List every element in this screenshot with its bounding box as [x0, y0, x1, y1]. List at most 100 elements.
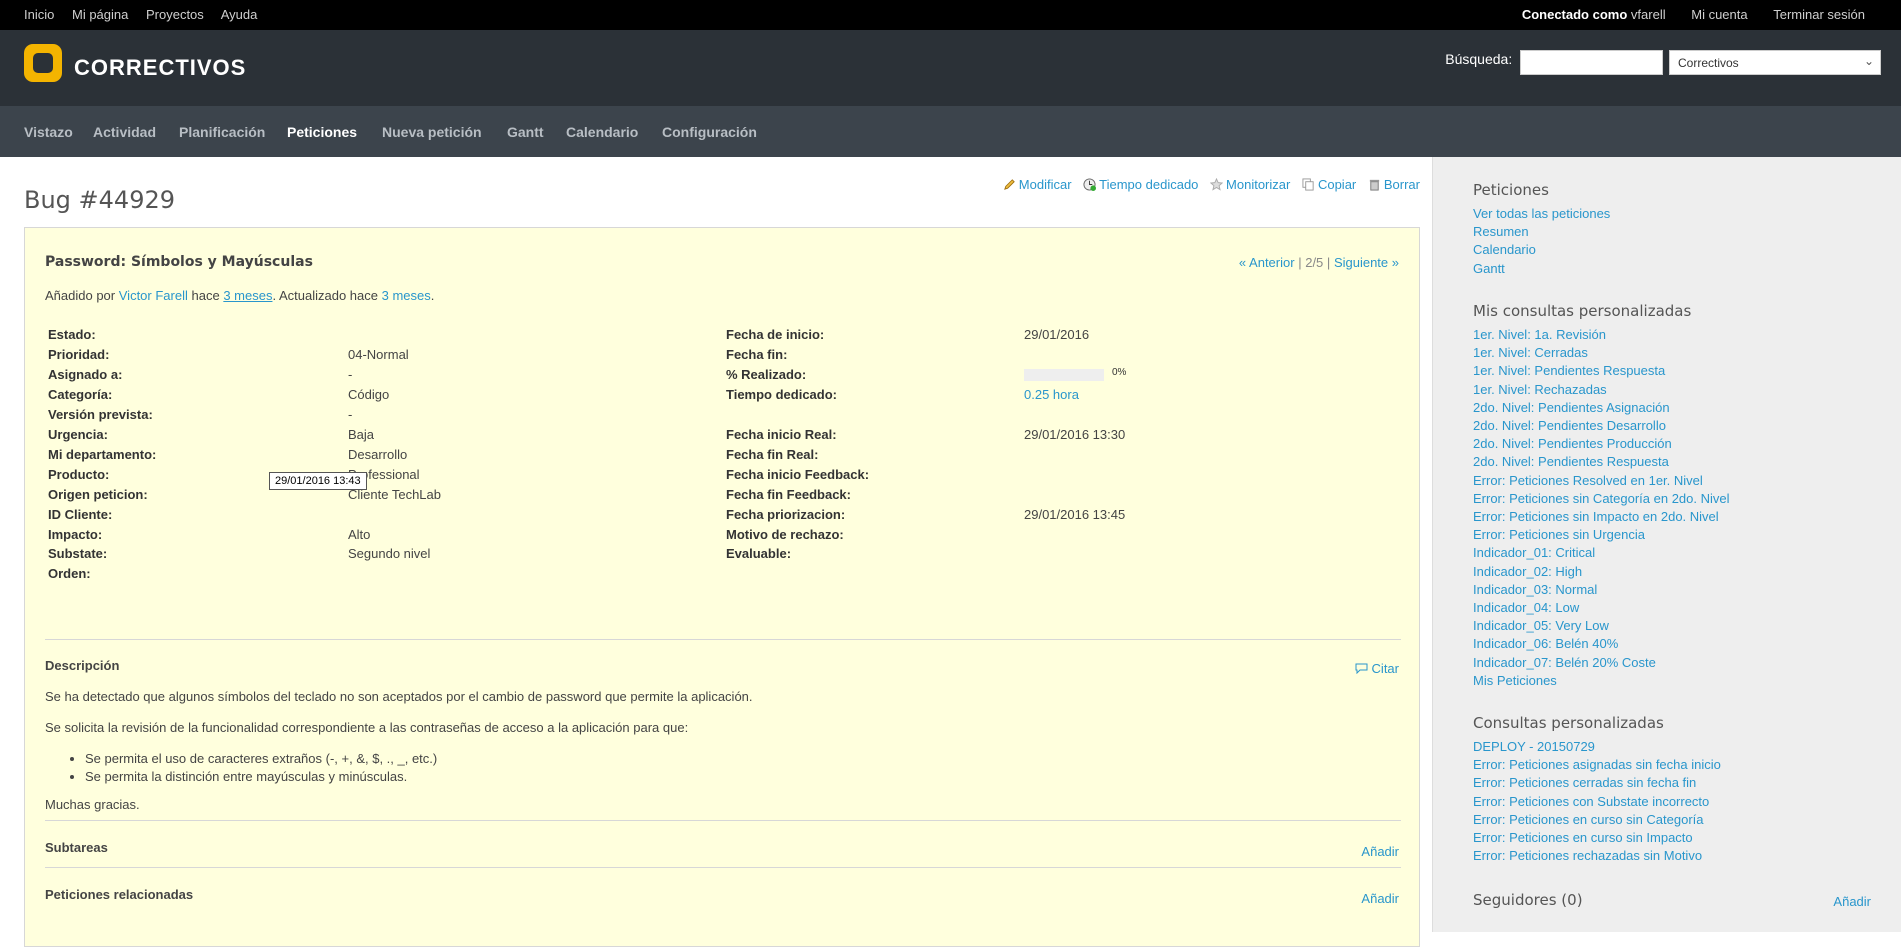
sidebar-my-query-link[interactable]: Error: Peticiones Resolved en 1er. Nivel	[1473, 472, 1730, 490]
add-subtask-link[interactable]: Añadir	[1361, 844, 1399, 859]
attribute-value: Código	[348, 386, 390, 402]
sidebar-query-link[interactable]: Error: Peticiones asignadas sin fecha in…	[1473, 756, 1721, 774]
sidebar-my-query-link[interactable]: Indicador_07: Belén 20% Coste	[1473, 654, 1730, 672]
sidebar-my-query-link[interactable]: Indicador_06: Belén 40%	[1473, 635, 1730, 653]
sidebar-my-query-link[interactable]: Indicador_01: Critical	[1473, 544, 1730, 562]
sidebar-my-query-link[interactable]: Indicador_02: High	[1473, 563, 1730, 581]
prev-issue-link[interactable]: « Anterior	[1239, 255, 1295, 270]
logged-as: Conectado como vfarell	[1521, 7, 1666, 22]
sidebar-my-query-link[interactable]: Indicador_05: Very Low	[1473, 617, 1730, 635]
author-link[interactable]: Victor Farell	[119, 288, 188, 303]
sidebar-my-query-link[interactable]: 2do. Nivel: Pendientes Producción	[1473, 435, 1730, 453]
sidebar-my-query-link[interactable]: Error: Peticiones sin Impacto en 2do. Ni…	[1473, 508, 1730, 526]
sidebar-my-query-link[interactable]: 1er. Nivel: Cerradas	[1473, 344, 1730, 362]
tab-peticiones[interactable]: Peticiones	[287, 124, 357, 140]
sidebar-my-query-link[interactable]: Indicador_03: Normal	[1473, 581, 1730, 599]
copy-button[interactable]: Copiar	[1302, 177, 1356, 192]
tab-gantt[interactable]: Gantt	[507, 124, 544, 140]
trash-icon	[1369, 179, 1380, 191]
sidebar-query-link[interactable]: Error: Peticiones con Substate incorrect…	[1473, 793, 1721, 811]
sidebar-my-query-link[interactable]: 2do. Nivel: Pendientes Desarrollo	[1473, 417, 1730, 435]
attribute-value[interactable]: 0.25 hora	[1024, 387, 1079, 402]
description-title: Descripción	[45, 658, 120, 673]
project-jump-select[interactable]: Correctivos ⌄	[1669, 50, 1881, 75]
sidebar-my-query-link[interactable]: Mis Peticiones	[1473, 672, 1730, 690]
star-icon	[1210, 178, 1224, 191]
quick-search: Búsqueda: Correctivos ⌄	[1445, 50, 1881, 75]
delete-button[interactable]: Borrar	[1368, 177, 1420, 192]
next-issue-link[interactable]: Siguiente »	[1334, 255, 1399, 270]
add-relation-link[interactable]: Añadir	[1361, 891, 1399, 906]
created-ago-link[interactable]: 3 meses	[223, 288, 272, 303]
attribute-label: Orden:	[48, 566, 91, 582]
search-input[interactable]	[1520, 50, 1664, 75]
attribute-value: 29/01/2016	[1024, 327, 1090, 342]
tab-configuracion[interactable]: Configuración	[662, 124, 757, 140]
sidebar-my-query-link[interactable]: Indicador_04: Low	[1473, 599, 1730, 617]
sidebar-issues-links: Ver todas las peticiones Resumen Calendari…	[1473, 205, 1610, 278]
attribute-value: 29/01/2016 13:30	[1024, 426, 1126, 442]
attribute-label: Estado:	[48, 327, 96, 342]
attribute-label: ID Cliente:	[48, 506, 113, 522]
sidebar-my-queries: 1er. Nivel: 1a. Revisión 1er. Nivel: Cerr…	[1473, 326, 1730, 690]
attribute-label: Producto:	[48, 466, 110, 482]
sidebar-my-query-link[interactable]: 1er. Nivel: 1a. Revisión	[1473, 326, 1730, 344]
separator	[45, 820, 1401, 821]
tab-planificacion[interactable]: Planificación	[179, 124, 265, 140]
sidebar-query-link[interactable]: Error: Peticiones en curso sin Impacto	[1473, 829, 1721, 847]
my-account-link[interactable]: Mi cuenta	[1691, 7, 1747, 22]
quote-button[interactable]: Citar	[1355, 661, 1399, 676]
sidebar-issues-link[interactable]: Calendario	[1473, 241, 1610, 259]
edit-button[interactable]: Modificar	[1003, 177, 1072, 192]
attribute-label: Prioridad:	[48, 346, 110, 362]
attribute-value: Segundo nivel	[348, 546, 431, 562]
watch-button[interactable]: Monitorizar	[1210, 177, 1290, 192]
contextual-actions: Modificar Tiempo dedicado Monitorizar Co…	[995, 177, 1420, 192]
sidebar-query-link[interactable]: Error: Peticiones en curso sin Categoría	[1473, 811, 1721, 829]
attribute-label: Mi departamento:	[48, 446, 157, 462]
log-time-button[interactable]: Tiempo dedicado	[1083, 177, 1198, 192]
top-link-mi-pagina[interactable]: Mi página	[72, 7, 128, 22]
attribute-label: Fecha fin Feedback:	[726, 486, 851, 502]
top-link-ayuda[interactable]: Ayuda	[221, 7, 258, 22]
tab-calendario[interactable]: Calendario	[566, 124, 638, 140]
add-follower-link[interactable]: Añadir	[1833, 894, 1871, 909]
sidebar-my-query-link[interactable]: Error: Peticiones sin Urgencia	[1473, 526, 1730, 544]
related-issues-title: Peticiones relacionadas	[45, 887, 194, 902]
sidebar-my-query-link[interactable]: 2do. Nivel: Pendientes Respuesta	[1473, 453, 1730, 471]
logout-link[interactable]: Terminar sesión	[1773, 7, 1865, 22]
attribute-label: Versión prevista:	[48, 406, 153, 422]
search-label: Búsqueda:	[1445, 51, 1513, 68]
attribute-value: -	[348, 406, 353, 422]
attribute-label: Origen peticion:	[48, 486, 148, 502]
sidebar-my-query-link[interactable]: Error: Peticiones sin Categoría en 2do. …	[1473, 490, 1730, 508]
tab-actividad[interactable]: Actividad	[93, 124, 156, 140]
sidebar-query-link[interactable]: DEPLOY - 20150729	[1473, 738, 1721, 756]
tab-nueva-peticion[interactable]: Nueva petición	[382, 124, 482, 140]
attribute-label: Substate:	[48, 546, 108, 562]
top-link-inicio[interactable]: Inicio	[24, 7, 54, 22]
separator	[45, 867, 1401, 868]
sidebar-issues-link[interactable]: Ver todas las peticiones	[1473, 205, 1610, 223]
sidebar-query-link[interactable]: Error: Peticiones cerradas sin fecha fin	[1473, 774, 1721, 792]
sidebar-my-query-link[interactable]: 1er. Nivel: Pendientes Respuesta	[1473, 362, 1730, 380]
tab-vistazo[interactable]: Vistazo	[24, 124, 73, 140]
sidebar-my-query-link[interactable]: 1er. Nivel: Rechazadas	[1473, 381, 1730, 399]
sidebar-issues-link[interactable]: Resumen	[1473, 223, 1610, 241]
top-link-proyectos[interactable]: Proyectos	[146, 7, 204, 22]
progress-text: 0%	[1112, 366, 1127, 378]
sidebar-issues-link[interactable]: Gantt	[1473, 260, 1610, 278]
clock-add-icon	[1083, 178, 1097, 191]
header: CORRECTIVOS Búsqueda: Correctivos ⌄	[0, 30, 1901, 106]
logo-icon	[24, 44, 62, 82]
sidebar-queries: DEPLOY - 20150729 Error: Peticiones asign…	[1473, 738, 1721, 865]
logged-user[interactable]: vfarell	[1631, 7, 1666, 22]
sidebar-query-link[interactable]: Error: Peticiones rechazadas sin Motivo	[1473, 847, 1721, 865]
attribute-label: Fecha de inicio:	[726, 327, 825, 342]
sidebar-my-query-link[interactable]: 2do. Nivel: Pendientes Asignación	[1473, 399, 1730, 417]
description-paragraph: Muchas gracias.	[45, 797, 140, 812]
description-list: Se permita el uso de caracteres extraños…	[45, 750, 1345, 786]
attribute-value: Baja	[348, 426, 375, 442]
updated-ago-link[interactable]: 3 meses	[382, 288, 431, 303]
description-paragraph: Se solicita la revisión de la funcionali…	[45, 720, 689, 735]
